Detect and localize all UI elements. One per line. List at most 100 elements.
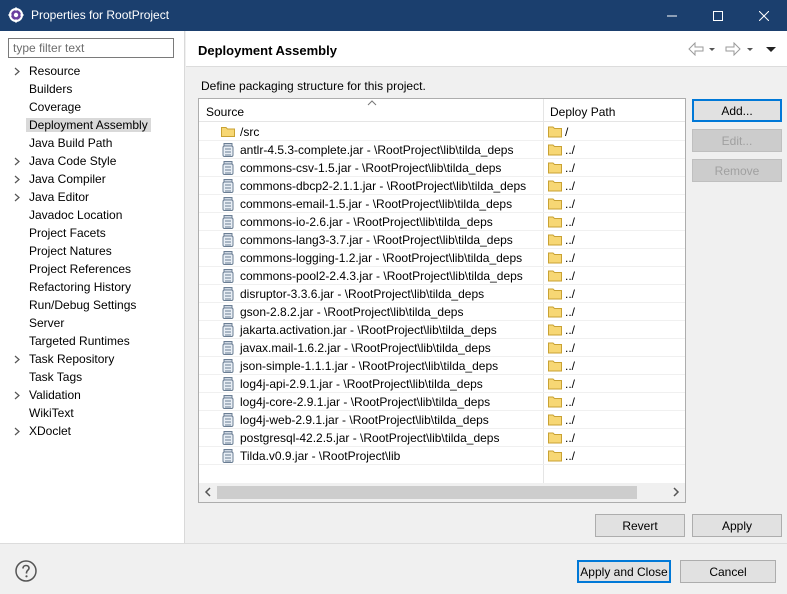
table-row[interactable]: javax.mail-1.6.2.jar - \RootProject\lib\… <box>199 339 685 357</box>
chevron-right-icon[interactable] <box>13 355 21 364</box>
tree-item[interactable]: Project Natures <box>0 242 184 260</box>
help-icon[interactable] <box>15 560 37 582</box>
table-row[interactable]: log4j-web-2.9.1.jar - \RootProject\lib\t… <box>199 411 685 429</box>
tree-item[interactable]: Java Compiler <box>0 170 184 188</box>
revert-button[interactable]: Revert <box>595 514 685 537</box>
cancel-button[interactable]: Cancel <box>680 560 776 583</box>
tree-item[interactable]: Refactoring History <box>0 278 184 296</box>
chevron-right-icon[interactable] <box>13 67 21 76</box>
column-header-source[interactable]: Source <box>206 105 244 119</box>
table-row[interactable]: jakarta.activation.jar - \RootProject\li… <box>199 321 685 339</box>
deploy-path-cell: ../ <box>565 251 576 265</box>
jar-icon <box>222 341 234 355</box>
tree-item-label: Builders <box>29 82 73 96</box>
tree-item[interactable]: Java Editor <box>0 188 184 206</box>
tree-item[interactable]: Server <box>0 314 184 332</box>
table-row[interactable]: disruptor-3.3.6.jar - \RootProject\lib\t… <box>199 285 685 303</box>
table-row[interactable]: json-simple-1.1.1.jar - \RootProject\lib… <box>199 357 685 375</box>
jar-icon <box>222 395 234 409</box>
table-row[interactable]: gson-2.8.2.jar - \RootProject\lib\tilda_… <box>199 303 685 321</box>
forward-dropdown-icon[interactable] <box>746 42 754 56</box>
deployment-table[interactable]: Source Deploy Path /src / antlr-4.5.3-comp… <box>198 98 686 503</box>
apply-and-close-button[interactable]: Apply and Close <box>577 560 671 583</box>
tree-item[interactable]: Builders <box>0 80 184 98</box>
tree-item[interactable]: Run/Debug Settings <box>0 296 184 314</box>
chevron-right-icon[interactable] <box>13 157 21 166</box>
edit-button[interactable]: Edit... <box>692 129 782 152</box>
tree-item-label: Validation <box>29 388 81 402</box>
table-row[interactable]: /src / <box>199 123 685 141</box>
chevron-right-icon[interactable] <box>13 193 21 202</box>
jar-icon <box>222 233 234 247</box>
filter-input[interactable] <box>8 38 174 58</box>
jar-icon <box>222 287 234 301</box>
table-row[interactable]: commons-dbcp2-2.1.1.jar - \RootProject\l… <box>199 177 685 195</box>
remove-button[interactable]: Remove <box>692 159 782 182</box>
table-header: Source Deploy Path <box>199 99 685 122</box>
view-menu-icon[interactable] <box>765 42 777 56</box>
table-row[interactable]: antlr-4.5.3-complete.jar - \RootProject\… <box>199 141 685 159</box>
page-description: Define packaging structure for this proj… <box>201 79 426 93</box>
minimize-button[interactable] <box>649 0 695 31</box>
chevron-right-icon[interactable] <box>13 175 21 184</box>
close-button[interactable] <box>741 0 787 31</box>
tree-item[interactable]: Java Build Path <box>0 134 184 152</box>
tree-item[interactable]: Project Facets <box>0 224 184 242</box>
table-row[interactable]: commons-pool2-2.4.3.jar - \RootProject\l… <box>199 267 685 285</box>
tree-item[interactable]: Validation <box>0 386 184 404</box>
scroll-right-icon[interactable] <box>672 487 680 497</box>
source-cell: commons-email-1.5.jar - \RootProject\lib… <box>240 197 513 211</box>
tree-item[interactable]: Project References <box>0 260 184 278</box>
column-header-deploy-path[interactable]: Deploy Path <box>550 105 615 119</box>
deploy-path-cell: ../ <box>565 161 576 175</box>
folder-icon <box>221 127 235 137</box>
folder-icon <box>548 216 562 228</box>
table-row[interactable]: log4j-core-2.9.1.jar - \RootProject\lib\… <box>199 393 685 411</box>
scroll-thumb[interactable] <box>217 486 637 499</box>
table-row[interactable]: commons-email-1.5.jar - \RootProject\lib… <box>199 195 685 213</box>
add-button[interactable]: Add... <box>692 99 782 122</box>
close-icon <box>759 10 769 21</box>
back-dropdown-icon[interactable] <box>708 42 716 56</box>
scroll-left-icon[interactable] <box>204 487 212 497</box>
tree-item[interactable]: Task Repository <box>0 350 184 368</box>
title-bar[interactable]: Properties for RootProject <box>0 0 787 31</box>
table-row[interactable]: Tilda.v0.9.jar - \RootProject\lib ../ <box>199 447 685 465</box>
tree-item[interactable]: Java Code Style <box>0 152 184 170</box>
table-row[interactable]: commons-lang3-3.7.jar - \RootProject\lib… <box>199 231 685 249</box>
tree-item[interactable]: Deployment Assembly <box>0 116 184 134</box>
folder-icon <box>548 414 562 426</box>
window-title: Properties for RootProject <box>31 8 170 22</box>
deploy-path-cell: ../ <box>565 287 576 301</box>
forward-arrow-icon[interactable] <box>725 42 741 56</box>
chevron-right-icon[interactable] <box>13 427 21 436</box>
table-row[interactable]: log4j-api-2.9.1.jar - \RootProject\lib\t… <box>199 375 685 393</box>
deploy-path-cell: ../ <box>565 305 576 319</box>
folder-icon <box>548 180 562 192</box>
tree-item[interactable]: Javadoc Location <box>0 206 184 224</box>
source-cell: javax.mail-1.6.2.jar - \RootProject\lib\… <box>240 341 491 355</box>
deploy-path-cell: ../ <box>565 413 576 427</box>
chevron-right-icon[interactable] <box>13 391 21 400</box>
tree-item[interactable]: Coverage <box>0 98 184 116</box>
apply-button[interactable]: Apply <box>692 514 782 537</box>
tree-item[interactable]: XDoclet <box>0 422 184 440</box>
back-arrow-icon[interactable] <box>688 42 704 56</box>
maximize-button[interactable] <box>695 0 741 31</box>
tree-item[interactable]: Task Tags <box>0 368 184 386</box>
jar-icon <box>222 179 234 193</box>
tree-item-label: Run/Debug Settings <box>29 298 137 312</box>
horizontal-scrollbar[interactable] <box>199 483 685 502</box>
table-row[interactable]: postgresql-42.2.5.jar - \RootProject\lib… <box>199 429 685 447</box>
folder-icon <box>548 360 562 372</box>
table-row[interactable]: commons-logging-1.2.jar - \RootProject\l… <box>199 249 685 267</box>
tree-item-label: Deployment Assembly <box>26 118 151 132</box>
tree-item-label: Task Repository <box>29 352 115 366</box>
tree-item[interactable]: Targeted Runtimes <box>0 332 184 350</box>
tree-item[interactable]: Resource <box>0 62 184 80</box>
table-row[interactable]: commons-csv-1.5.jar - \RootProject\lib\t… <box>199 159 685 177</box>
tree-item-label: WikiText <box>29 406 74 420</box>
tree-item[interactable]: WikiText <box>0 404 184 422</box>
table-row[interactable]: commons-io-2.6.jar - \RootProject\lib\ti… <box>199 213 685 231</box>
deploy-path-cell: ../ <box>565 143 576 157</box>
